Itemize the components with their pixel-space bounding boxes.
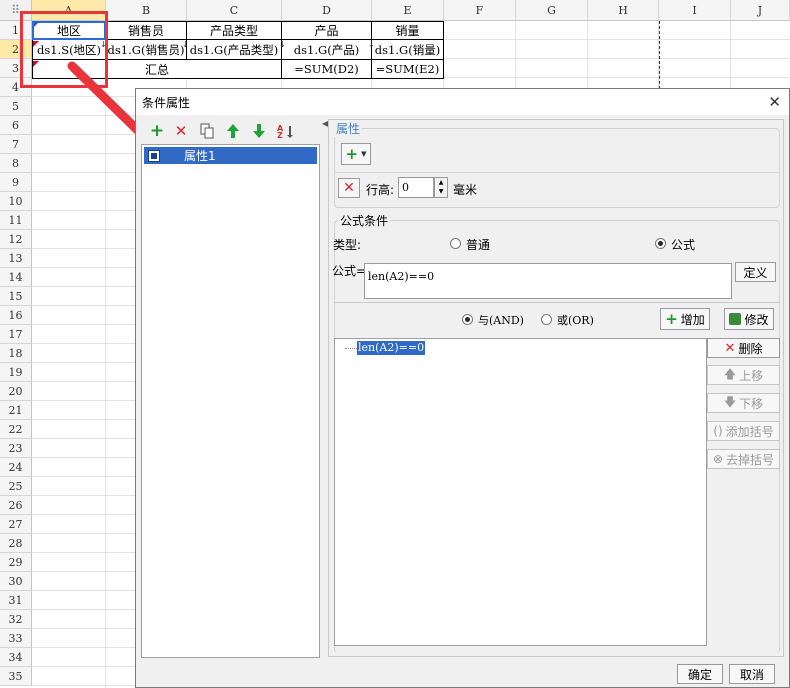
modify-condition-label: 修改: [744, 312, 769, 327]
dialog-title: 条件属性: [142, 95, 191, 110]
tree-connector: [345, 348, 357, 349]
svg-text:Z: Z: [277, 131, 283, 139]
sort-icon[interactable]: AZ: [275, 121, 295, 141]
delete-icon: ✕: [724, 340, 736, 356]
add-bracket-button[interactable]: () 添加括号: [707, 421, 780, 441]
condition-list[interactable]: len(A2)==0: [334, 338, 707, 646]
delete-condition-button[interactable]: ✕ 删除: [707, 338, 780, 358]
row-height-label: 行高:: [366, 183, 395, 197]
dialog-title-bar: 条件属性 ✕: [136, 89, 789, 115]
tree-item-label: 属性1: [184, 149, 216, 163]
up-arrow-icon: 🡅: [723, 366, 737, 381]
move-up-button[interactable]: 🡅 上移: [707, 365, 780, 385]
move-up-label: 上移: [739, 368, 764, 383]
move-down-button[interactable]: 🡇 下移: [707, 393, 780, 413]
attribute-tree[interactable]: 属性1: [141, 144, 320, 658]
type-label: 类型:: [333, 238, 362, 252]
delete-icon[interactable]: ✕: [171, 121, 191, 141]
and-label: 与(AND): [478, 314, 524, 327]
delete-condition-label: 删除: [738, 341, 763, 356]
move-down-label: 下移: [739, 396, 764, 411]
modify-condition-button[interactable]: 修改: [724, 308, 774, 330]
move-down-icon[interactable]: [249, 121, 269, 141]
row-height-unit: 毫米: [453, 183, 478, 197]
remove-bracket-icon: ⊗: [712, 452, 724, 466]
remove-bracket-button[interactable]: ⊗ 去掉括号: [707, 449, 780, 469]
add-bracket-label: 添加括号: [725, 424, 774, 439]
tree-item-attribute-1[interactable]: 属性1: [144, 147, 317, 164]
cancel-button[interactable]: 取消: [729, 664, 775, 684]
move-up-icon[interactable]: [223, 121, 243, 141]
condition-attributes-dialog: 条件属性 ✕ + ✕ AZ 属性1 ◀ 属性 +▼ ✕ 行高: ▲▼ 毫米: [135, 88, 790, 688]
formula-input[interactable]: len(A2)==0: [364, 263, 732, 299]
attribute-icon: [148, 149, 160, 162]
modify-icon: [729, 313, 742, 325]
row-height-input[interactable]: [398, 177, 434, 198]
or-radio[interactable]: [541, 314, 552, 325]
formula-label: 公式=: [332, 264, 367, 278]
type-formula-radio[interactable]: [655, 238, 666, 249]
define-button[interactable]: 定义: [735, 262, 776, 282]
type-normal-label: 普通: [466, 238, 491, 252]
type-normal-radio[interactable]: [450, 238, 461, 249]
property-group-label: 属性: [334, 120, 363, 137]
add-property-button[interactable]: + ▼: [341, 143, 371, 165]
bracket-icon: (): [713, 424, 723, 438]
add-condition-label: 增加: [680, 312, 705, 327]
remove-bracket-label: 去掉括号: [726, 452, 775, 467]
plus-icon: +: [665, 310, 678, 328]
row-height-spinner[interactable]: ▲ ▼: [434, 177, 448, 198]
right-panel: 属性 +▼ ✕ 行高: ▲▼ 毫米 公式条件 类型: 普通 公式 公式= len…: [328, 119, 784, 657]
type-formula-label: 公式: [671, 238, 696, 252]
down-arrow-icon: 🡇: [723, 394, 737, 409]
add-icon[interactable]: +: [147, 121, 167, 141]
and-radio[interactable]: [462, 314, 473, 325]
condition-item[interactable]: len(A2)==0: [357, 341, 426, 355]
add-condition-button[interactable]: + 增加: [660, 308, 710, 330]
divider: [334, 302, 780, 303]
copy-icon[interactable]: [197, 121, 217, 141]
formula-condition-label: 公式条件: [338, 212, 391, 229]
remove-property-button[interactable]: ✕: [338, 178, 360, 198]
ok-button[interactable]: 确定: [677, 664, 723, 684]
close-icon[interactable]: ✕: [768, 93, 781, 111]
or-label: 或(OR): [557, 314, 594, 327]
